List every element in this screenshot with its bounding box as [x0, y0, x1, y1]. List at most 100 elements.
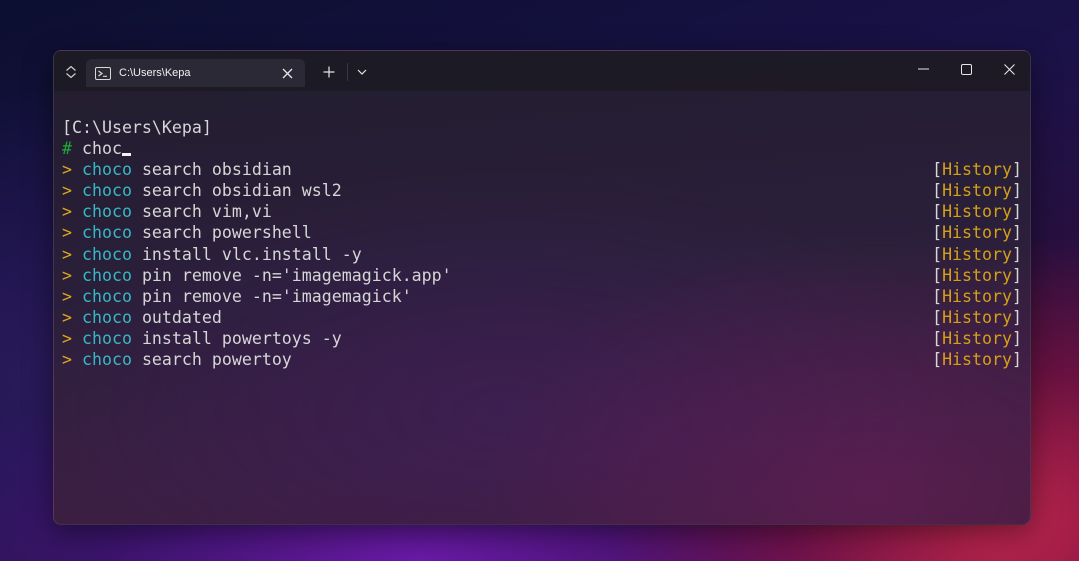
minimize-button[interactable] [904, 55, 944, 83]
maximize-button[interactable] [946, 55, 986, 83]
tag-bracket-open: [ [932, 181, 943, 201]
tag-bracket-close: ] [1012, 307, 1022, 327]
suggestion-text: outdated [131, 307, 222, 327]
suggestion-match: choco [82, 160, 132, 180]
suggestion-item[interactable]: > choco install powertoys -y [History] [62, 328, 1022, 349]
history-label: History [942, 328, 1012, 348]
suggestion-item[interactable]: > choco outdated [History] [62, 307, 1022, 328]
history-label: History [942, 286, 1012, 306]
suggestion-text: install vlc.install -y [131, 244, 362, 264]
close-icon [1003, 63, 1015, 75]
plus-icon [323, 66, 335, 78]
suggestion-text: install powertoys -y [131, 328, 342, 348]
tag-bracket-open: [ [932, 202, 943, 222]
tag-bracket-close: ] [1012, 265, 1022, 285]
command-input[interactable]: choc [82, 139, 122, 158]
suggestion-source-tag: [History] [932, 244, 1022, 265]
suggestion-source-tag: [History] [932, 265, 1022, 286]
new-tab-button[interactable] [314, 59, 344, 85]
tag-bracket-open: [ [932, 160, 943, 180]
suggestion-marker: > [62, 307, 72, 327]
tab-terminal[interactable]: C:\Users\Kepa [86, 59, 305, 87]
suggestion-item[interactable]: > choco install vlc.install -y [History] [62, 244, 1022, 265]
history-label: History [942, 181, 1012, 201]
suggestion-source-tag: [History] [932, 349, 1022, 370]
tag-bracket-close: ] [1012, 160, 1022, 180]
path-line: [C:\Users\Kepa] [62, 118, 212, 137]
suggestion-text: pin remove -n='imagemagick.app' [131, 265, 452, 285]
suggestion-source-tag: [History] [932, 328, 1022, 349]
history-label: History [942, 265, 1012, 285]
suggestion-item[interactable]: > choco search obsidian [History] [62, 159, 1022, 180]
tag-bracket-close: ] [1012, 350, 1022, 370]
prompt-line[interactable]: # choc [62, 138, 1022, 159]
suggestion-text: search obsidian [131, 160, 292, 180]
suggestion-source-tag: [History] [932, 201, 1022, 222]
suggestion-match: choco [82, 286, 132, 306]
chevron-down-icon [357, 69, 367, 75]
suggestion-list: > choco search obsidian [History] > choco … [62, 159, 1022, 370]
terminal-content[interactable]: [C:\Users\Kepa] # choc > choco search ob… [62, 117, 1022, 370]
suggestion-item[interactable]: > choco search vim,vi [History] [62, 201, 1022, 222]
suggestion-marker: > [62, 265, 72, 285]
suggestion-match: choco [82, 350, 132, 370]
suggestion-marker: > [62, 181, 72, 201]
suggestion-text: pin remove -n='imagemagick' [131, 286, 412, 306]
suggestion-item[interactable]: > choco pin remove -n='imagemagick' [Hist… [62, 286, 1022, 307]
history-label: History [942, 202, 1012, 222]
tag-bracket-open: [ [932, 328, 943, 348]
suggestion-text: search powershell [131, 223, 312, 243]
tab-title: C:\Users\Kepa [119, 67, 191, 79]
powershell-icon [95, 66, 111, 80]
minimize-icon [918, 68, 929, 70]
tag-bracket-open: [ [932, 350, 943, 370]
suggestion-item[interactable]: > choco search obsidian wsl2 [History] [62, 180, 1022, 201]
terminal-window: C:\Users\Kepa [C:\Users\Kepa] # choc > c… [53, 50, 1031, 525]
suggestion-text: search obsidian wsl2 [131, 181, 342, 201]
suggestion-marker: > [62, 160, 72, 180]
suggestion-text: search vim,vi [131, 202, 272, 222]
suggestion-match: choco [82, 307, 132, 327]
title-bar[interactable]: C:\Users\Kepa [54, 51, 1030, 91]
suggestion-source-tag: [History] [932, 222, 1022, 243]
tag-bracket-open: [ [932, 244, 943, 264]
suggestion-match: choco [82, 223, 132, 243]
close-window-button[interactable] [989, 55, 1029, 83]
suggestion-marker: > [62, 244, 72, 264]
tag-bracket-open: [ [932, 265, 943, 285]
suggestion-marker: > [62, 328, 72, 348]
suggestion-marker: > [62, 223, 72, 243]
history-label: History [942, 307, 1012, 327]
suggestion-match: choco [82, 181, 132, 201]
suggestion-match: choco [82, 328, 132, 348]
suggestion-match: choco [82, 202, 132, 222]
tag-bracket-open: [ [932, 223, 943, 243]
suggestion-item[interactable]: > choco search powertoy [History] [62, 349, 1022, 370]
history-label: History [942, 244, 1012, 264]
tag-bracket-close: ] [1012, 223, 1022, 243]
suggestion-item[interactable]: > choco pin remove -n='imagemagick.app' [… [62, 265, 1022, 286]
tab-dropdown-button[interactable] [347, 59, 377, 85]
suggestion-marker: > [62, 286, 72, 306]
suggestion-match: choco [82, 244, 132, 264]
tab-close-icon[interactable] [279, 65, 295, 81]
tag-bracket-close: ] [1012, 181, 1022, 201]
sync-icon[interactable] [56, 59, 86, 85]
suggestion-marker: > [62, 202, 72, 222]
suggestion-source-tag: [History] [932, 286, 1022, 307]
tag-bracket-close: ] [1012, 328, 1022, 348]
tag-bracket-open: [ [932, 307, 943, 327]
history-label: History [942, 160, 1012, 180]
tag-bracket-close: ] [1012, 286, 1022, 306]
suggestion-source-tag: [History] [932, 159, 1022, 180]
suggestion-match: choco [82, 265, 132, 285]
suggestion-source-tag: [History] [932, 307, 1022, 328]
tag-bracket-open: [ [932, 286, 943, 306]
maximize-icon [960, 63, 972, 75]
suggestion-item[interactable]: > choco search powershell [History] [62, 222, 1022, 243]
text-cursor [121, 153, 131, 157]
history-label: History [942, 350, 1012, 370]
suggestion-source-tag: [History] [932, 180, 1022, 201]
history-label: History [942, 223, 1012, 243]
tag-bracket-close: ] [1012, 202, 1022, 222]
